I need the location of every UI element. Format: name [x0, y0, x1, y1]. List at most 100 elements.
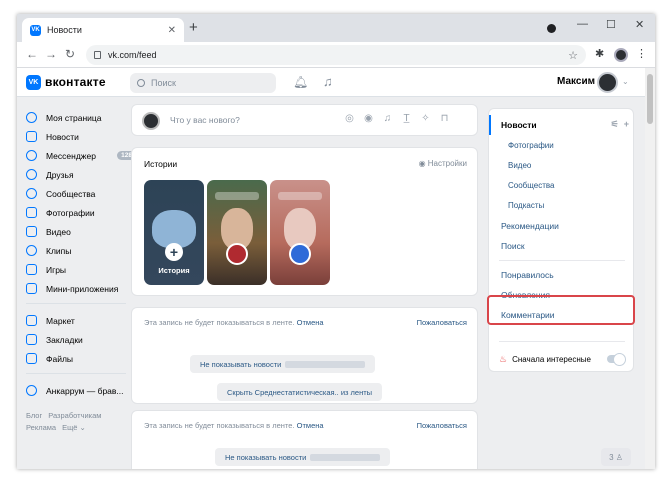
stories-settings-label: Настройки [427, 159, 467, 168]
sidebar-item-my-page[interactable]: Моя страница [26, 108, 136, 127]
forward-arrow-icon[interactable]: → [45, 47, 57, 61]
scrollbar-thumb[interactable] [647, 74, 653, 124]
reload-icon[interactable]: ↻ [65, 47, 75, 61]
user-name[interactable]: Максим [557, 76, 595, 87]
post-composer[interactable]: Что у вас нового? ◎ ◉ ♫ T̲ ✧ ⊓ [131, 104, 478, 136]
filter-communities[interactable]: Сообщества [489, 175, 635, 195]
browser-tab[interactable]: VK Новости ✕ [22, 18, 184, 42]
footer-link-developers[interactable]: Разработчикам [48, 411, 101, 420]
maximize-button[interactable]: ☐ [606, 18, 616, 31]
vk-logo-icon[interactable]: VK [26, 75, 41, 90]
report-link[interactable]: Пожаловаться [417, 421, 467, 430]
story-blurred-caption [215, 192, 259, 200]
music-note-icon[interactable]: ♫ [378, 113, 397, 124]
sidebar-item-bookmarks[interactable]: Закладки [26, 330, 136, 349]
chrome-menu-icon[interactable]: ⋮ [636, 47, 647, 60]
filter-recommendations[interactable]: Рекомендации [489, 216, 635, 236]
report-link[interactable]: Пожаловаться [417, 318, 467, 327]
chevron-down-icon[interactable]: ⌄ [622, 77, 629, 86]
sidebar-item-label: Новости [46, 131, 79, 142]
story-author-avatar [289, 243, 311, 265]
notifications-bell-icon[interactable]: 🔔︎ [293, 75, 308, 89]
back-arrow-icon[interactable]: ← [26, 47, 38, 61]
news-icon [26, 131, 37, 142]
divider [499, 341, 625, 342]
stories-title: Истории [144, 159, 178, 169]
feed-filter-panel: Новости ⚟ + Фотографии Видео Сообщества … [488, 108, 634, 372]
search-input[interactable]: Поиск [130, 73, 276, 93]
sliders-icon[interactable]: ⚟ [611, 119, 619, 129]
vk-logo-text[interactable]: вконтакте [45, 75, 106, 89]
record-icon[interactable]: ◉ [359, 113, 378, 124]
hidden-post-text: Эта запись не будет показываться в ленте… [144, 421, 295, 430]
story-create[interactable]: + История [144, 180, 204, 285]
story-item[interactable] [207, 180, 267, 285]
new-tab-button[interactable]: + [189, 20, 198, 36]
address-bar[interactable]: vk.com/feed ☆ [86, 45, 586, 65]
sidebar-item-market[interactable]: Маркет [26, 311, 136, 330]
footer-link-blog[interactable]: Блог [26, 411, 42, 420]
hidden-post-message: Эта запись не будет показываться в ленте… [144, 318, 324, 327]
stories-settings[interactable]: ◉ Настройки [419, 159, 467, 168]
sidebar-item-mini-apps[interactable]: Мини-приложения [26, 279, 136, 298]
dont-show-news-button[interactable]: Не показывать новости [215, 448, 391, 466]
browser-profile-icon[interactable] [547, 24, 556, 33]
message-icon [26, 150, 37, 161]
sidebar-item-news[interactable]: Новости [26, 127, 136, 146]
friends-online-chip[interactable]: 3 ♙ [601, 448, 631, 466]
sidebar-item-video[interactable]: Видео [26, 222, 136, 241]
photo-icon [26, 207, 37, 218]
composer-placeholder[interactable]: Что у вас нового? [170, 115, 240, 125]
sidebar-item-friends[interactable]: Друзья [26, 165, 136, 184]
games-icon [26, 264, 37, 275]
filter-search[interactable]: Поиск [489, 236, 635, 256]
filter-news[interactable]: Новости ⚟ + [489, 115, 635, 135]
sidebar-item-communities[interactable]: Сообщества [26, 184, 136, 203]
tab-close-icon[interactable]: ✕ [168, 25, 176, 36]
minimize-button[interactable]: — [577, 18, 588, 30]
filter-photos[interactable]: Фотографии [489, 135, 635, 155]
sidebar-item-photos[interactable]: Фотографии [26, 203, 136, 222]
search-icon [137, 79, 145, 87]
privacy-lock-icon[interactable]: ⊓ [435, 113, 454, 124]
interesting-first-toggle[interactable] [607, 353, 626, 366]
lock-icon [94, 51, 101, 59]
chrome-profile-avatar[interactable] [614, 48, 628, 62]
search-placeholder: Поиск [151, 78, 176, 88]
video-icon [26, 226, 37, 237]
file-icon [26, 353, 37, 364]
camera-icon[interactable]: ◎ [340, 113, 359, 124]
undo-link[interactable]: Отмена [297, 421, 324, 430]
sidebar-item-group[interactable]: Анкаррум — брав... [26, 381, 136, 400]
interesting-first-toggle-row[interactable]: ♨ Сначала интересные [489, 349, 635, 369]
user-avatar[interactable] [597, 72, 618, 93]
close-window-button[interactable]: ✕ [635, 18, 644, 31]
eye-icon: ◉ [418, 159, 428, 168]
plus-icon: + [165, 243, 183, 261]
hide-source-button[interactable]: Скрыть Среднестатистическая.. из ленты [217, 383, 383, 401]
footer-link-ads[interactable]: Реклама [26, 423, 56, 432]
idea-icon[interactable]: ✧ [416, 113, 435, 124]
page-scrollbar[interactable] [645, 68, 655, 469]
add-icon[interactable]: + [624, 119, 629, 129]
vk-header: VK вконтакте Поиск 🔔︎ ♫ Максим ⌄ [17, 68, 645, 97]
extensions-puzzle-icon[interactable]: ✱ [595, 47, 604, 60]
filter-label: Новости [501, 120, 537, 130]
story-item[interactable] [270, 180, 330, 285]
footer-links: Блог Разработчикам Реклама Ещё ⌄ [26, 410, 136, 434]
article-icon[interactable]: T̲ [397, 113, 416, 124]
sidebar-item-clips[interactable]: Клипы [26, 241, 136, 260]
sidebar-item-label: Друзья [46, 169, 74, 180]
dont-show-news-button[interactable]: Не показывать новости [190, 355, 376, 373]
sidebar-item-messenger[interactable]: Мессенджер 128 [26, 146, 136, 165]
music-icon[interactable]: ♫ [323, 74, 333, 89]
undo-link[interactable]: Отмена [297, 318, 324, 327]
hidden-post-card: Эта запись не будет показываться в ленте… [131, 410, 478, 469]
filter-podcasts[interactable]: Подкасты [489, 195, 635, 215]
sidebar-item-games[interactable]: Игры [26, 260, 136, 279]
bookmark-star-icon[interactable]: ☆ [568, 49, 578, 62]
sidebar-item-files[interactable]: Файлы [26, 349, 136, 368]
filter-video[interactable]: Видео [489, 155, 635, 175]
footer-link-more[interactable]: Ещё ⌄ [62, 423, 86, 432]
filter-liked[interactable]: Понравилось [489, 265, 635, 285]
